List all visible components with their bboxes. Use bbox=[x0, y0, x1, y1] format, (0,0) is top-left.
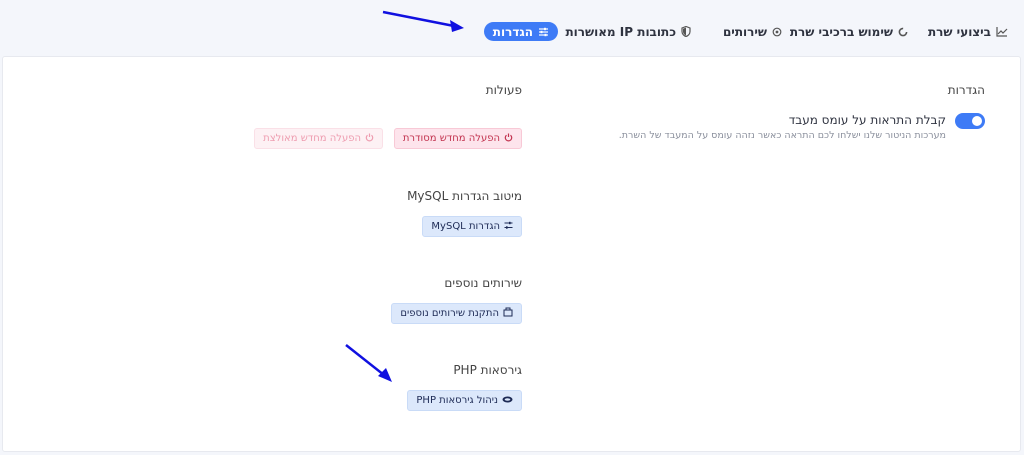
install-extra-services-label: התקנת שירותים נוספים bbox=[400, 308, 499, 319]
tab-server-resources[interactable]: שימוש ברכיבי שרת bbox=[790, 22, 908, 41]
cpu-alert-description: מערכות הניטור שלנו ישלחו לכם התראה כאשר … bbox=[618, 130, 946, 141]
annotation-arrow-top bbox=[382, 10, 464, 32]
tab-approved-ips[interactable]: כתובות IP מאושרות bbox=[565, 22, 691, 41]
refresh-icon bbox=[898, 27, 908, 37]
tab-bar: ביצועי שרת שימוש ברכיבי שרת שירותים כתוב… bbox=[0, 0, 1024, 56]
soft-restart-label: הפעלה מחדש מסודרת bbox=[402, 133, 500, 144]
tab-label: כתובות IP מאושרות bbox=[565, 24, 676, 39]
tab-server-performance[interactable]: ביצועי שרת bbox=[928, 22, 1008, 41]
extra-services-title: שירותים נוספים bbox=[444, 276, 522, 290]
manage-php-versions-label: ניהול גירסאות PHP bbox=[416, 395, 498, 406]
shield-icon bbox=[681, 26, 691, 37]
tab-settings[interactable]: הגדרות bbox=[483, 22, 558, 41]
soft-restart-button[interactable]: הפעלה מחדש מסודרת bbox=[393, 128, 522, 149]
settings-title: הגדרות bbox=[947, 83, 985, 97]
tab-label: שירותים bbox=[722, 24, 767, 39]
cpu-alert-toggle[interactable] bbox=[955, 113, 985, 129]
annotation-arrow-bottom bbox=[345, 344, 392, 382]
mysql-settings-label: הגדרות MySQL bbox=[431, 221, 500, 232]
tab-label: ביצועי שרת bbox=[927, 24, 991, 39]
toggle-knob bbox=[972, 116, 982, 126]
hard-restart-label: הפעלה מחדש מאולצת bbox=[263, 133, 361, 144]
sliders-icon bbox=[504, 221, 513, 233]
actions-title: פעולות bbox=[485, 83, 522, 97]
tab-label: הגדרות bbox=[492, 24, 533, 39]
power-icon bbox=[365, 133, 374, 145]
chart-line-icon bbox=[996, 26, 1008, 37]
mysql-settings-button[interactable]: הגדרות MySQL bbox=[422, 216, 522, 237]
package-icon bbox=[503, 307, 513, 320]
settings-card: הגדרות קבלת התראות על עומס מעבד מערכות ה… bbox=[2, 56, 1021, 452]
php-title: גירסאות PHP bbox=[453, 363, 522, 377]
tab-label: שימוש ברכיבי שרת bbox=[789, 24, 893, 39]
install-extra-services-button[interactable]: התקנת שירותים נוספים bbox=[391, 303, 522, 324]
hard-restart-button[interactable]: הפעלה מחדש מאולצת bbox=[254, 128, 383, 149]
tab-services[interactable]: שירותים bbox=[723, 22, 782, 41]
manage-php-versions-button[interactable]: ניהול גירסאות PHP bbox=[407, 390, 522, 411]
sliders-icon bbox=[538, 27, 549, 37]
php-icon bbox=[502, 395, 513, 406]
power-icon bbox=[504, 133, 513, 145]
mysql-title: מיטוב הגדרות MySQL bbox=[407, 189, 522, 203]
cpu-alert-label: קבלת התראות על עומס מעבד bbox=[788, 113, 946, 127]
gear-icon bbox=[772, 27, 782, 37]
